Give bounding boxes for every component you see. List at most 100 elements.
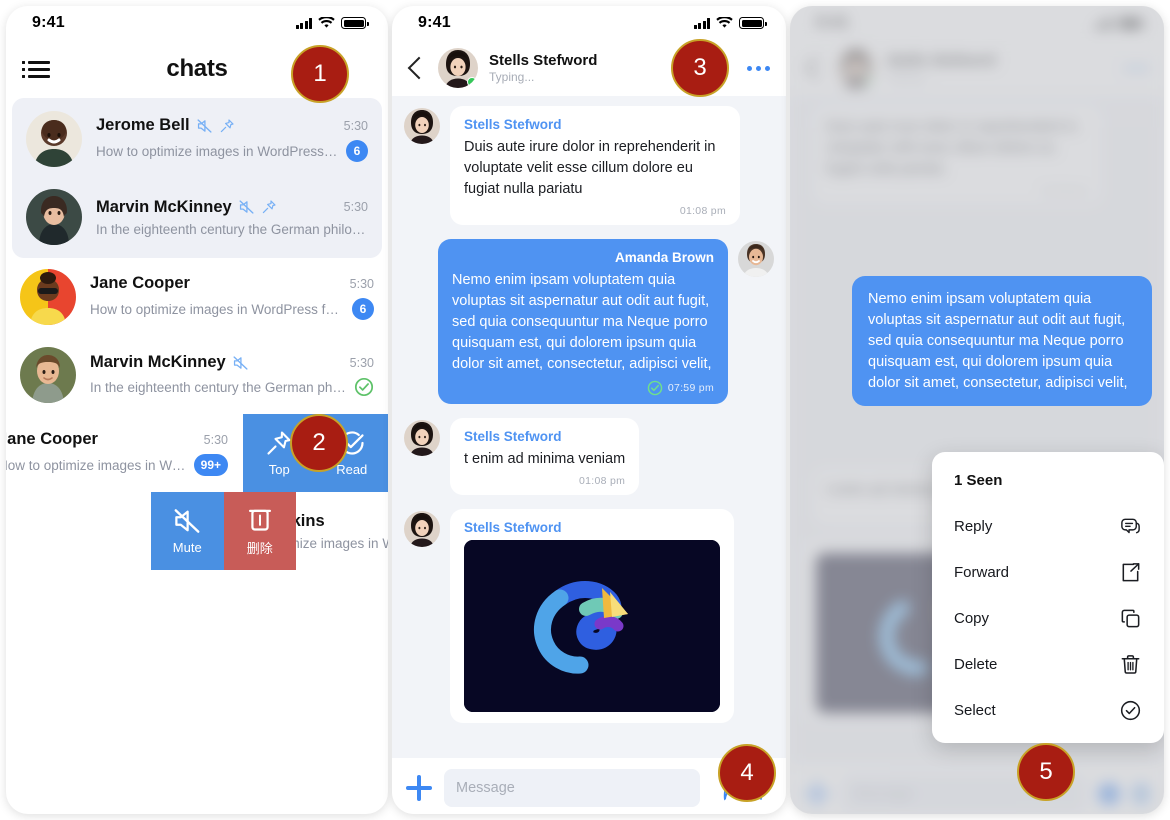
annotation-number: 5 <box>1039 758 1053 785</box>
pinned-chats-group: Jerome Bell 5:30 How to optimize images … <box>12 98 382 258</box>
message-time: 01:08 pm <box>578 475 626 487</box>
chat-row-marvin-mckinney-pinned[interactable]: Marvin McKinney 5:30 In the eighteenth c… <box>12 178 382 256</box>
avatar <box>26 111 82 167</box>
annotation-badge-3: 3 <box>671 39 729 97</box>
status-icons <box>295 17 369 29</box>
swipe-actions-left: Mute 删除 <box>151 492 296 570</box>
chat-row-jane-cooper[interactable]: Jane Cooper 5:30 How to optimize images … <box>6 258 388 336</box>
pin-icon <box>220 118 234 132</box>
context-menu-item-label: Reply <box>954 517 993 535</box>
avatar <box>26 189 82 245</box>
copy-icon <box>1118 606 1142 630</box>
chat-name: Marvin McKinney <box>96 197 232 216</box>
unread-badge: 99+ <box>193 454 228 476</box>
wifi-icon <box>318 17 335 28</box>
message-bubble[interactable]: Stells Stefword Duis aute irure dolor in… <box>450 106 740 225</box>
message-text: Nemo enim ipsam voluptatem quia voluptas… <box>868 291 1128 391</box>
context-menu-item-label: Forward <box>954 563 1010 581</box>
contact-status: Typing... <box>489 70 535 84</box>
check-circle-icon <box>1118 698 1142 722</box>
reply-icon <box>1118 514 1142 538</box>
contact-name: Stells Stefword <box>489 52 598 69</box>
avatar <box>404 420 440 456</box>
more-dots-icon[interactable] <box>747 65 770 71</box>
chat-name: Jane Cooper <box>6 430 98 448</box>
chat-list: Jerome Bell 5:30 How to optimize images … <box>6 98 388 570</box>
chat-row-bottom: How to optimize images in WordPress for.… <box>96 140 368 162</box>
chat-time: 5:30 <box>203 432 228 447</box>
conversation-header-text: Stells Stefword Typing... <box>489 52 597 84</box>
chat-time: 5:30 <box>349 355 374 370</box>
chat-name: Jerome Bell <box>96 116 190 134</box>
annotation-number: 4 <box>740 759 754 786</box>
chat-row-marvin-mckinney[interactable]: Marvin McKinney 5:30 In the eighteenth c… <box>6 336 388 414</box>
message-image-chameleon-logo[interactable] <box>464 540 720 712</box>
message-bubble[interactable]: Amanda Brown Nemo enim ipsam voluptatem … <box>438 239 728 404</box>
swipe-action-mute-label: Mute <box>172 540 202 555</box>
context-menu-item-delete[interactable]: Delete <box>932 641 1164 687</box>
message-time: 07:59 pm <box>667 382 714 394</box>
chat-row-body: Jane Cooper 5:30 How to optimize images … <box>90 274 374 320</box>
context-menu-item-select[interactable]: Select <box>932 687 1164 733</box>
annotation-number: 2 <box>312 429 326 456</box>
highlighted-message-bubble[interactable]: Nemo enim ipsam voluptatem quia voluptas… <box>852 276 1152 406</box>
phone-context-menu: 9:41 Stells Stefword Typing... Duis aute… <box>790 6 1164 814</box>
chat-preview: How to optimize images in WordPress for.… <box>90 301 344 317</box>
chat-row-bottom: In the eighteenth century the German phi… <box>90 377 374 397</box>
chat-time: 5:30 <box>349 276 374 291</box>
message-incoming-image[interactable]: Stells Stefword <box>404 509 774 723</box>
annotation-number: 1 <box>313 60 327 87</box>
chat-time: 5:30 <box>343 200 368 214</box>
chat-row-guy-hawkins-swiped[interactable]: Guy Hawkins How to optimize images in W … <box>151 492 388 570</box>
wifi-icon <box>716 17 733 28</box>
chat-row-bottom: How to optimize images in WordPress... 9… <box>6 454 228 476</box>
annotation-number: 3 <box>693 54 707 81</box>
back-chevron-icon[interactable] <box>407 56 431 80</box>
message-bubble[interactable]: Stells Stefword t enim ad minima veniam … <box>450 418 640 495</box>
avatar[interactable] <box>438 48 478 88</box>
chat-row-bottom: In the eighteenth century the German phi… <box>96 222 368 237</box>
message-outgoing[interactable]: Amanda Brown Nemo enim ipsam voluptatem … <box>404 239 774 404</box>
status-time: 9:41 <box>418 14 451 31</box>
chat-row-top: Marvin McKinney 5:30 <box>90 353 374 372</box>
cellular-signal-icon <box>693 17 710 29</box>
message-incoming[interactable]: Stells Stefword Duis aute irure dolor in… <box>404 106 774 225</box>
context-menu-item-reply[interactable]: Reply <box>932 503 1164 549</box>
avatar <box>20 347 76 403</box>
screenshot-canvas: 9:41 chats Jerome Bell 5:30 How to optim… <box>0 0 1170 820</box>
message-text: t enim ad minima veniam <box>464 451 626 467</box>
message-time: 01:08 pm <box>679 205 726 217</box>
context-menu-item-label: Delete <box>954 655 998 673</box>
chat-row-jerome-bell[interactable]: Jerome Bell 5:30 How to optimize images … <box>12 100 382 178</box>
status-time: 9:41 <box>32 14 65 31</box>
plus-icon[interactable] <box>406 775 432 801</box>
message-incoming[interactable]: Stells Stefword t enim ad minima veniam … <box>404 418 774 495</box>
message-input-wrap[interactable] <box>444 769 700 807</box>
annotation-badge-2: 2 <box>290 414 348 472</box>
status-icons <box>693 17 767 29</box>
mute-icon <box>174 509 200 533</box>
message-thread[interactable]: Stells Stefword Duis aute irure dolor in… <box>392 96 786 758</box>
phone-conversation: 9:41 Stells Stefword Typing... Stells St… <box>392 6 786 814</box>
chat-row-top: Marvin McKinney 5:30 <box>96 198 368 217</box>
mute-icon <box>233 355 248 370</box>
swipe-action-mute[interactable]: Mute <box>151 492 224 570</box>
message-sender: Amanda Brown <box>614 250 714 265</box>
message-input[interactable] <box>456 780 688 796</box>
message-meta: 01:08 pm <box>464 205 726 217</box>
avatar <box>738 241 774 277</box>
context-menu-item-copy[interactable]: Copy <box>932 595 1164 641</box>
chat-row-top: Jerome Bell 5:30 <box>96 116 368 135</box>
chat-row-body: Marvin McKinney 5:30 In the eighteenth c… <box>96 198 368 237</box>
pin-icon <box>262 200 276 214</box>
context-menu-item-forward[interactable]: Forward <box>932 549 1164 595</box>
message-meta: 07:59 pm <box>452 380 714 396</box>
message-meta: 01:08 pm <box>464 475 625 487</box>
message-text: Duis aute irure dolor in reprehenderit i… <box>464 139 716 197</box>
swipe-action-delete[interactable]: 删除 <box>223 492 296 570</box>
avatar <box>404 511 440 547</box>
chat-name: Marvin McKinney <box>90 353 226 371</box>
message-bubble[interactable]: Stells Stefword <box>450 509 734 723</box>
chat-row-top: Jane Cooper 5:30 <box>6 430 228 449</box>
message-sender: Stells Stefword <box>464 117 562 132</box>
